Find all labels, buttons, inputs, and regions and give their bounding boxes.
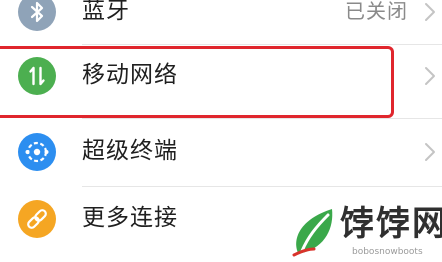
watermark-title: 饽饽网 — [340, 204, 442, 244]
super-device-icon — [18, 133, 56, 171]
settings-item-label: 更多连接 — [82, 205, 178, 231]
settings-item-bluetooth[interactable]: 蓝牙 已关闭 — [0, 0, 442, 46]
highlight-box — [0, 46, 394, 118]
settings-list: 蓝牙 已关闭 移动网络 超级终端 更多连接 饽饽网 bobosnowboots — [0, 0, 442, 262]
watermark-subtitle: bobosnowboots — [352, 247, 423, 257]
settings-item-label: 蓝牙 — [82, 0, 130, 24]
watermark: 饽饽网 bobosnowboots — [288, 203, 442, 262]
settings-item-label: 超级终端 — [82, 138, 178, 164]
bluetooth-icon — [18, 0, 56, 31]
link-icon — [18, 200, 56, 238]
status-text: 已关闭 — [345, 0, 408, 23]
chevron-right-icon — [425, 67, 435, 85]
leaf-logo-icon — [292, 209, 333, 257]
settings-item-super-device[interactable]: 超级终端 — [0, 118, 442, 186]
chevron-right-icon — [425, 143, 435, 161]
chevron-right-icon — [425, 3, 435, 21]
